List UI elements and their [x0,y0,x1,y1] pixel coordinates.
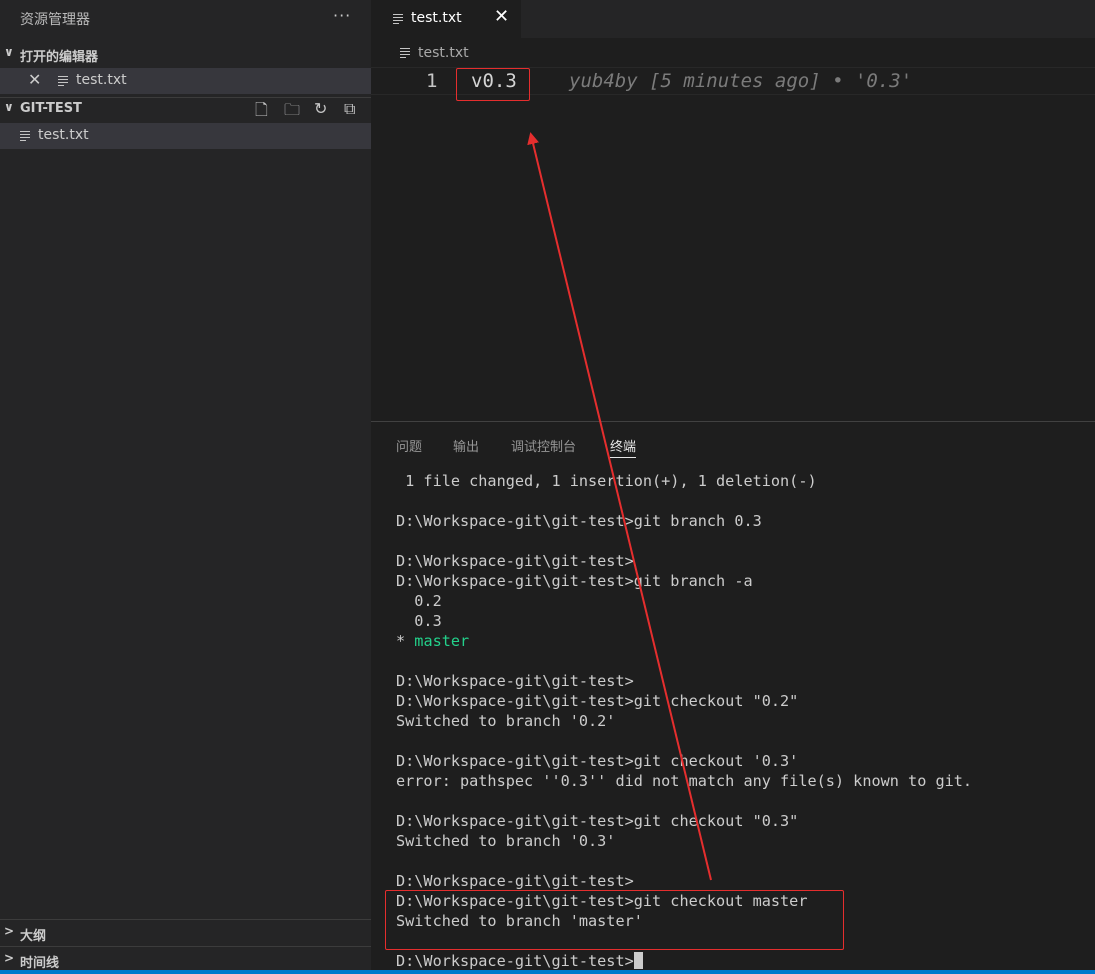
open-editors-label: 打开的编辑器 [20,50,99,65]
file-icon [58,75,68,86]
status-bar [0,970,1095,974]
terminal-line: 1 file changed, 1 insertion(+), 1 deleti… [396,472,817,490]
tab-output[interactable]: 输出 [453,436,479,455]
workspace-label: GIT-TEST [20,101,82,116]
terminal-line: D:\Workspace-git\git-test>git branch -a [396,572,753,590]
terminal-output[interactable]: 1 file changed, 1 insertion(+), 1 deleti… [396,471,972,971]
collapse-all-icon[interactable]: ⧉ [344,99,355,119]
new-folder-icon[interactable]: 🗀 [284,99,300,126]
terminal-line: D:\Workspace-git\git-test>git checkout "… [396,812,799,830]
git-blame-annotation: yub4by [5 minutes ago] • '0.3' [569,70,913,92]
explorer-sidebar: 资源管理器 ··· ∨ 打开的编辑器 ✕ test.txt ∨ GIT-TEST… [0,0,371,974]
close-icon[interactable]: ✕ [28,70,41,89]
bottom-panel: 问题 输出 调试控制台 终端 1 file changed, 1 inserti… [371,421,1095,974]
editor-tab-bar: test.txt ✕ [371,0,1095,38]
code-line[interactable]: 1 v0.3 yub4by [5 minutes ago] • '0.3' [371,67,1095,95]
terminal-line: D:\Workspace-git\git-test>git checkout '… [396,752,799,770]
terminal-line: 0.2 [396,592,442,610]
terminal-line: D:\Workspace-git\git-test>git checkout m… [396,892,808,910]
terminal-line: D:\Workspace-git\git-test>git checkout "… [396,692,799,710]
breadcrumb-label: test.txt [418,45,469,61]
more-actions-icon[interactable]: ··· [333,6,351,25]
file-icon [393,13,403,24]
chevron-right-icon: > [4,951,15,965]
editor-tab-label: test.txt [411,10,462,26]
terminal-line: error: pathspec ''0.3'' did not match an… [396,772,973,790]
workspace-file-label: test.txt [38,127,89,143]
terminal-line: D:\Workspace-git\git-test> [396,672,634,690]
open-editor-item[interactable]: ✕ test.txt [0,68,371,94]
workspace-file-item[interactable]: test.txt [0,123,371,149]
explorer-title: 资源管理器 [20,12,90,28]
tab-problems[interactable]: 问题 [396,436,422,455]
close-icon[interactable]: ✕ [494,6,509,27]
line-text[interactable]: v0.3 [471,70,517,92]
chevron-down-icon: ∨ [4,45,14,59]
outline-label: 大纲 [20,929,47,944]
open-editor-file-label: test.txt [76,72,127,88]
terminal-line: Switched to branch '0.3' [396,832,616,850]
file-icon [20,130,30,141]
terminal-line: 0.3 [396,612,442,630]
timeline-section-header[interactable]: > 时间线 [0,946,371,972]
chevron-right-icon: > [4,924,15,938]
file-icon [400,47,410,58]
new-file-icon[interactable]: 🗋 [255,99,268,126]
line-number: 1 [426,70,438,92]
terminal-line: Switched to branch 'master' [396,912,643,930]
terminal-cursor [633,952,643,969]
outline-section-header[interactable]: > 大纲 [0,919,371,945]
tab-debug-console[interactable]: 调试控制台 [511,436,576,455]
terminal-line: D:\Workspace-git\git-test> [396,552,634,570]
terminal-line: D:\Workspace-git\git-test> [396,951,972,971]
terminal-line: D:\Workspace-git\git-test>git branch 0.3 [396,512,762,530]
terminal-line: D:\Workspace-git\git-test> [396,872,634,890]
terminal-line: * master [396,632,470,650]
open-editors-section-header[interactable]: ∨ 打开的编辑器 [0,43,371,65]
editor-tab[interactable]: test.txt ✕ [371,0,521,38]
terminal-line: Switched to branch '0.2' [396,712,616,730]
refresh-icon[interactable]: ↻ [314,99,327,118]
timeline-label: 时间线 [20,956,60,971]
tab-terminal[interactable]: 终端 [610,436,637,458]
chevron-down-icon: ∨ [4,100,14,114]
breadcrumb[interactable]: test.txt [371,38,1095,66]
